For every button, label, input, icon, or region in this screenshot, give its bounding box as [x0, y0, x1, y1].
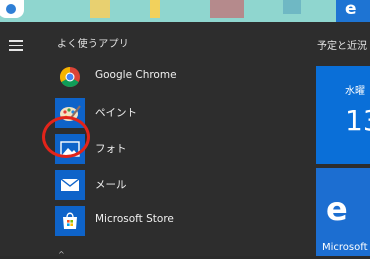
scroll-up-indicator[interactable]: ^: [58, 250, 65, 259]
app-label: Microsoft Store: [95, 213, 174, 225]
app-label: フォト: [95, 143, 127, 155]
edge-icon: e: [326, 190, 348, 228]
edge-tile-label: Microsoft: [322, 242, 368, 253]
desktop-shortcut-icon[interactable]: [90, 0, 110, 18]
start-menu: よく使うアプリ Google Chrome ペイント フォト メール Micro…: [0, 22, 370, 259]
app-google-chrome[interactable]: Google Chrome: [55, 62, 285, 92]
mail-icon: [55, 170, 85, 200]
app-paint[interactable]: ペイント: [55, 98, 285, 128]
section-title: よく使うアプリ: [57, 39, 130, 50]
desktop-shortcut-icon[interactable]: [210, 0, 244, 18]
desktop-background: e: [0, 0, 370, 22]
desktop-shortcut-icon[interactable]: [0, 0, 24, 18]
paint-palette-icon: [55, 98, 85, 128]
app-microsoft-store[interactable]: Microsoft Store: [55, 206, 285, 236]
hamburger-menu-icon[interactable]: [9, 40, 23, 54]
desktop-shortcut-icon[interactable]: [283, 0, 301, 14]
app-label: ペイント: [95, 107, 137, 119]
app-label: Google Chrome: [95, 69, 177, 81]
edge-tile[interactable]: e Microsoft: [316, 168, 370, 256]
edge-desktop-icon[interactable]: e: [336, 0, 370, 22]
app-label: メール: [95, 179, 127, 191]
app-photos[interactable]: フォト: [55, 134, 285, 164]
chrome-icon: [55, 62, 85, 92]
app-mail[interactable]: メール: [55, 170, 285, 200]
calendar-date: 13: [345, 104, 370, 137]
desktop-shortcut-icon[interactable]: [150, 0, 160, 18]
store-icon: [55, 206, 85, 236]
tile-group-title: 予定と近況: [317, 41, 367, 52]
calendar-day: 水曜: [345, 86, 365, 97]
photos-icon: [55, 134, 85, 164]
